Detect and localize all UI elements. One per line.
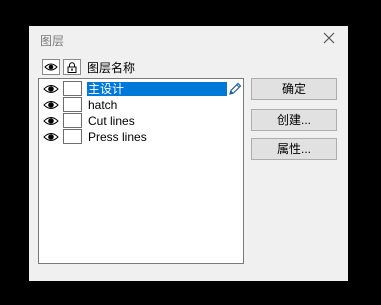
lock-column-header[interactable] (63, 59, 81, 75)
layers-dialog: 图层 图层名称 主设计 hatch Cut lines Press lines … (29, 26, 348, 281)
properties-button[interactable]: 属性... (251, 138, 337, 160)
eye-icon (43, 133, 59, 141)
layer-row[interactable]: Cut lines (40, 113, 242, 129)
layer-row[interactable]: 主设计 (40, 81, 242, 97)
layer-name[interactable]: Cut lines (87, 114, 136, 128)
lock-toggle[interactable] (63, 81, 82, 96)
lock-toggle[interactable] (63, 113, 82, 128)
edit-name-button[interactable] (228, 82, 242, 96)
layer-name-column-header: 图层名称 (87, 61, 136, 75)
layer-list[interactable]: 主设计 hatch Cut lines Press lines (38, 78, 244, 264)
visibility-toggle[interactable] (42, 130, 60, 144)
pencil-icon (229, 82, 242, 95)
layer-name[interactable]: 主设计 (87, 82, 227, 96)
visibility-toggle[interactable] (42, 114, 60, 128)
lock-icon (67, 62, 77, 73)
visibility-toggle[interactable] (42, 82, 60, 96)
ok-button[interactable]: 确定 (251, 78, 337, 100)
dialog-title: 图层 (40, 34, 65, 48)
visibility-toggle[interactable] (42, 98, 60, 112)
layer-row[interactable]: hatch (40, 97, 242, 113)
close-icon (323, 32, 335, 44)
eye-icon (43, 117, 59, 125)
eye-icon (44, 63, 58, 71)
layer-name[interactable]: hatch (87, 98, 118, 112)
layer-name[interactable]: Press lines (87, 130, 148, 144)
lock-toggle[interactable] (63, 129, 82, 144)
visibility-column-header[interactable] (42, 59, 60, 75)
lock-toggle[interactable] (63, 97, 82, 112)
close-button[interactable] (322, 31, 336, 45)
create-button[interactable]: 创建... (251, 109, 337, 131)
layer-row[interactable]: Press lines (40, 129, 242, 145)
eye-icon (43, 85, 59, 93)
eye-icon (43, 101, 59, 109)
